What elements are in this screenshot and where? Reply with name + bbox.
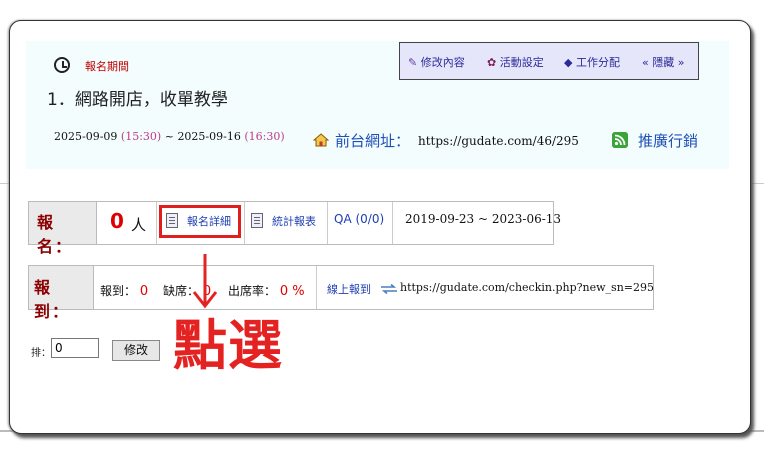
registration-count: 0 [110,209,124,233]
period-label: 報名期間 [85,60,129,73]
cell-divider [156,202,157,244]
report-icon [251,213,263,228]
qa-link[interactable]: QA (0/0) [334,212,384,226]
date-separator: ~ [161,130,178,143]
checked-in-label: 報到： [100,284,137,298]
end-date: 2025-09-16 [177,130,241,143]
cell-divider [244,202,245,244]
pencil-icon: ✎ [408,56,418,69]
attendance-rate-stat: 出席率： 0 % [228,282,305,299]
click-annotation: 點選 [173,314,283,377]
work-assign-button[interactable]: ◆ 工作分配 [564,54,620,70]
front-url-link[interactable]: https://gudate.com/46/295 [418,134,579,148]
statistics-report-link[interactable]: 統計報表 [272,213,316,229]
action-toolbar: ✎ 修改內容 ✿ 活動設定 ◆ 工作分配 « 隱藏 » [399,42,699,80]
registration-range: 2019-09-23 ~ 2023-06-13 [405,212,562,226]
registration-heading: 報 名： [37,213,74,256]
start-date: 2025-09-09 [54,130,118,143]
registration-header: 報 名： [29,202,97,256]
cell-divider [327,202,328,244]
house-icon [313,133,329,147]
hide-button[interactable]: « 隱藏 » [642,54,684,70]
cell-divider [392,202,393,244]
promote-link[interactable]: 推廣行銷 [638,130,698,151]
start-time: (15:30) [120,130,162,143]
rss-icon [612,132,628,148]
exchange-icon [381,284,397,294]
tag-icon: ◆ [564,56,573,69]
gear-icon: ✿ [487,56,497,69]
edit-content-label: 修改內容 [420,56,465,69]
checked-in-stat: 報到： 0 [100,282,148,299]
online-checkin-link[interactable]: 線上報到 [327,281,371,297]
checkin-header: 報 到： [29,266,94,321]
checkin-heading: 報 到： [34,278,71,321]
event-settings-label: 活動設定 [499,56,544,69]
cell-divider [316,266,317,309]
sort-input[interactable] [51,338,99,358]
event-dates: 2025-09-09 (15:30) ~ 2025-09-16 (16:30) [54,130,285,143]
highlight-box [159,205,241,238]
end-time: (16:30) [244,130,285,143]
checkin-url[interactable]: https://gudate.com/checkin.php?new_sn=29… [400,281,654,294]
event-settings-button[interactable]: ✿ 活動設定 [487,54,544,70]
event-title: 1．網路開店，收單教學 [47,90,228,110]
attendance-rate-value: 0 % [279,284,305,299]
modify-button[interactable]: 修改 [112,340,160,361]
clock-icon [54,57,70,73]
attendance-rate-label: 出席率： [228,284,277,298]
work-assign-label: 工作分配 [575,56,620,69]
front-url-label: 前台網址： [335,132,411,150]
registration-unit: 人 [131,216,147,234]
edit-content-button[interactable]: ✎ 修改內容 [408,54,465,70]
sort-label: 排： [31,348,51,359]
arrow-down-icon [192,254,218,309]
checked-in-value: 0 [139,284,149,299]
